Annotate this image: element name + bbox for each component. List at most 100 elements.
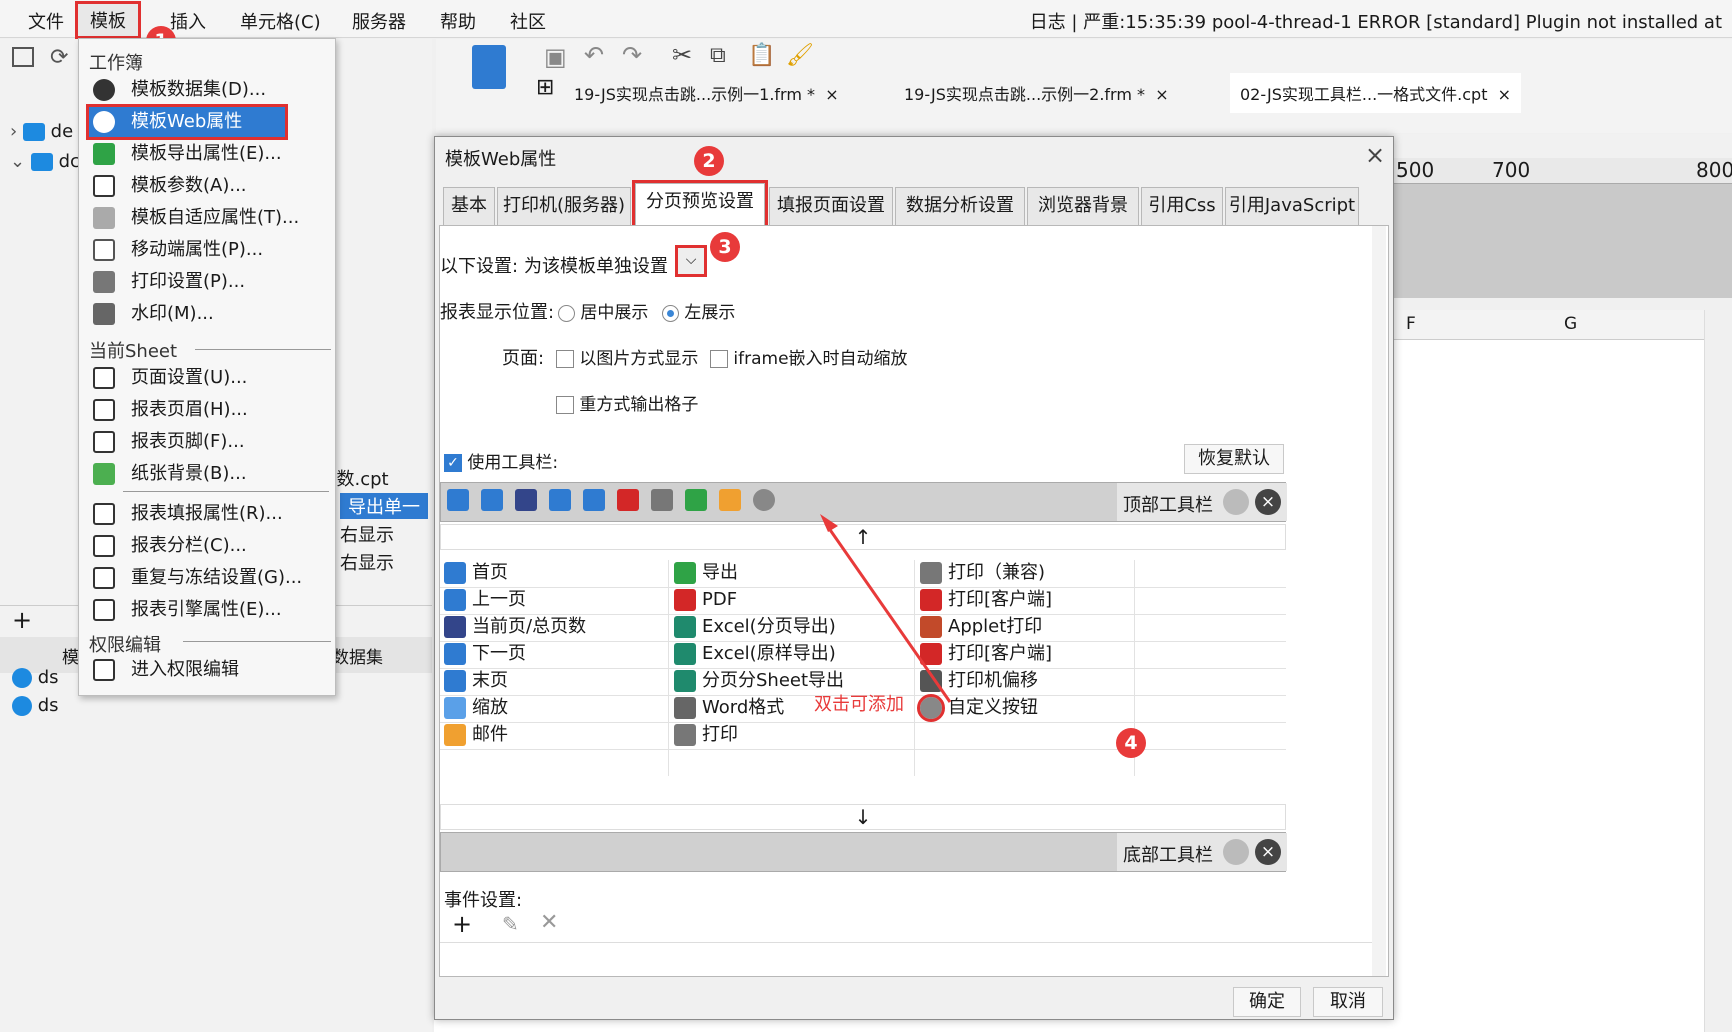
tree-row[interactable]: › de bbox=[10, 121, 73, 142]
menu-item-freeze[interactable]: 重复与冻结设置(G)... bbox=[89, 563, 329, 593]
remove-icon[interactable]: × bbox=[1255, 489, 1281, 515]
tree-file[interactable]: 右显示 bbox=[340, 549, 394, 575]
item-pdf[interactable]: PDF bbox=[670, 585, 737, 615]
settings-icon[interactable] bbox=[1223, 489, 1249, 515]
menu-item-parameters[interactable]: 模板参数(A)... bbox=[89, 171, 329, 201]
dialog-scrollbar[interactable] bbox=[1372, 226, 1386, 976]
settings-select[interactable]: 为该模板单独设置 ⌵ bbox=[520, 245, 710, 278]
menu-server[interactable]: 服务器 bbox=[352, 8, 406, 34]
new-folder-icon[interactable] bbox=[12, 47, 34, 67]
menu-template[interactable]: 模板 bbox=[75, 1, 141, 39]
preview-icon[interactable] bbox=[472, 45, 506, 89]
menu-community[interactable]: 社区 bbox=[510, 8, 546, 34]
repeat-output-checkbox[interactable]: 重方式输出格子 bbox=[556, 390, 698, 415]
menu-item-page-setup[interactable]: 页面设置(U)... bbox=[89, 363, 329, 393]
item-zoom[interactable]: 缩放 bbox=[440, 693, 508, 723]
item-printer-offset[interactable]: 打印机偏移 bbox=[916, 666, 1038, 696]
item-print-client[interactable]: 打印[客户端] bbox=[916, 585, 1052, 615]
item-page-count[interactable]: 当前页/总页数 bbox=[440, 612, 586, 642]
top-toolbar-strip[interactable]: 顶部工具栏 × bbox=[440, 482, 1287, 522]
doc-tab[interactable]: 19-JS实现点击跳...示例一1.frm * × bbox=[574, 81, 839, 105]
restore-default-button[interactable]: 恢复默认 bbox=[1184, 444, 1284, 474]
doc-tab-active[interactable]: 02-JS实现工具栏...一格式文件.cpt × bbox=[1230, 73, 1522, 113]
use-toolbar-checkbox[interactable]: ✓ 使用工具栏: bbox=[444, 448, 558, 473]
settings-icon[interactable] bbox=[1223, 839, 1249, 865]
sheet-grid[interactable] bbox=[1394, 340, 1704, 1032]
chevron-down-icon[interactable]: ⌵ bbox=[675, 245, 707, 277]
image-display-checkbox[interactable]: 以图片方式显示 bbox=[556, 344, 698, 369]
item-prev-page[interactable]: 上一页 bbox=[440, 585, 526, 615]
pos-left-radio[interactable]: 左展示 bbox=[662, 298, 735, 323]
move-up-button[interactable]: ↑ bbox=[440, 524, 1286, 550]
tab-css[interactable]: 引用Css bbox=[1141, 187, 1223, 225]
doc-tab[interactable]: 19-JS实现点击跳...示例一2.frm * × bbox=[904, 81, 1169, 105]
menu-item-header[interactable]: 报表页眉(H)... bbox=[89, 395, 329, 425]
iframe-autoscale-checkbox[interactable]: iframe嵌入时自动缩放 bbox=[710, 344, 908, 369]
menu-cell[interactable]: 单元格(C) bbox=[240, 8, 321, 34]
menu-item-print-settings[interactable]: 打印设置(P)... bbox=[89, 267, 329, 297]
delete-icon[interactable]: ✕ bbox=[540, 910, 558, 935]
item-export[interactable]: 导出 bbox=[670, 558, 738, 588]
item-first-page[interactable]: 首页 bbox=[440, 558, 508, 588]
item-custom-button[interactable]: 自定义按钮 bbox=[916, 693, 1038, 723]
refresh-icon[interactable]: ⟳ bbox=[50, 45, 68, 70]
tree-file[interactable]: -数.cpt bbox=[330, 465, 389, 491]
menu-item-datasets[interactable]: 模板数据集(D)... bbox=[89, 75, 329, 105]
add-event-icon[interactable]: + bbox=[452, 910, 472, 938]
copy-icon[interactable]: ⧉ bbox=[710, 43, 726, 68]
item-excel-paged[interactable]: Excel(分页导出) bbox=[670, 612, 836, 642]
menu-item-permission-edit[interactable]: 进入权限编辑 bbox=[89, 655, 329, 685]
cut-icon[interactable]: ✂ bbox=[672, 41, 692, 69]
menu-item-columns[interactable]: 报表分栏(C)... bbox=[89, 531, 329, 561]
tab-fill-page[interactable]: 填报页面设置 bbox=[769, 187, 893, 225]
grid-icon[interactable]: ⊞ bbox=[536, 75, 554, 100]
format-painter-icon[interactable]: 🖌 bbox=[786, 43, 814, 68]
bottom-toolbar-strip[interactable]: 底部工具栏 × bbox=[440, 832, 1287, 872]
pos-center-radio[interactable]: 居中展示 bbox=[558, 298, 648, 323]
menu-item-paper-bg[interactable]: 纸张背景(B)... bbox=[89, 459, 329, 489]
item-print-client-2[interactable]: 打印[客户端] bbox=[916, 639, 1052, 669]
paste-icon[interactable]: 📋 bbox=[748, 43, 775, 68]
menu-item-engine[interactable]: 报表引擎属性(E)... bbox=[89, 595, 329, 625]
item-applet-print[interactable]: Applet打印 bbox=[916, 612, 1042, 642]
tab-data-analysis[interactable]: 数据分析设置 bbox=[895, 187, 1025, 225]
ok-button[interactable]: 确定 bbox=[1233, 987, 1301, 1017]
menu-item-web-properties[interactable]: 模板Web属性(W)... bbox=[86, 104, 288, 162]
add-icon[interactable]: + bbox=[12, 606, 32, 634]
close-icon[interactable]: × bbox=[1365, 141, 1385, 169]
dataset-row[interactable]: ds bbox=[12, 667, 59, 688]
item-word[interactable]: Word格式 bbox=[670, 693, 784, 723]
menu-file[interactable]: 文件 bbox=[28, 8, 64, 34]
tree-file-selected[interactable]: 导出单一 bbox=[340, 493, 428, 519]
item-next-page[interactable]: 下一页 bbox=[440, 639, 526, 669]
tree-file[interactable]: 右显示 bbox=[340, 521, 394, 547]
tab-basic[interactable]: 基本 bbox=[443, 187, 495, 225]
menu-insert[interactable]: 插入 bbox=[170, 8, 206, 34]
menu-item-watermark[interactable]: 水印(M)... bbox=[89, 299, 329, 329]
cancel-button[interactable]: 取消 bbox=[1313, 987, 1383, 1017]
vertical-scrollbar[interactable] bbox=[1704, 310, 1732, 1032]
move-down-button[interactable]: ↓ bbox=[440, 804, 1286, 830]
save-icon[interactable]: ▣ bbox=[544, 43, 567, 71]
item-mail[interactable]: 邮件 bbox=[440, 720, 508, 750]
tab-printer[interactable]: 打印机(服务器) bbox=[497, 187, 631, 225]
tab-paging-preview[interactable]: 分页预览设置 bbox=[632, 180, 768, 228]
tab-browser-bg[interactable]: 浏览器背景 bbox=[1027, 187, 1139, 225]
menu-item-mobile[interactable]: 移动端属性(P)... bbox=[89, 235, 329, 265]
item-print[interactable]: 打印 bbox=[670, 720, 738, 750]
menu-item-footer[interactable]: 报表页脚(F)... bbox=[89, 427, 329, 457]
dataset-row[interactable]: ds bbox=[12, 695, 59, 716]
item-excel-original[interactable]: Excel(原样导出) bbox=[670, 639, 836, 669]
item-last-page[interactable]: 末页 bbox=[440, 666, 508, 696]
menu-item-adaptive[interactable]: 模板自适应属性(T)... bbox=[89, 203, 329, 233]
remove-icon[interactable]: × bbox=[1255, 839, 1281, 865]
menu-help[interactable]: 帮助 bbox=[440, 8, 476, 34]
redo-icon[interactable]: ↷ bbox=[622, 41, 642, 69]
tab-javascript[interactable]: 引用JavaScript bbox=[1225, 187, 1359, 225]
undo-icon[interactable]: ↶ bbox=[584, 41, 604, 69]
edit-icon[interactable]: ✎ bbox=[502, 912, 519, 936]
tree-row[interactable]: ⌄ dc bbox=[10, 151, 80, 172]
item-print-compat[interactable]: 打印（兼容) bbox=[916, 558, 1045, 588]
menu-item-export-properties[interactable]: 模板导出属性(E)... bbox=[89, 139, 329, 169]
column-g[interactable]: G bbox=[1564, 314, 1577, 334]
